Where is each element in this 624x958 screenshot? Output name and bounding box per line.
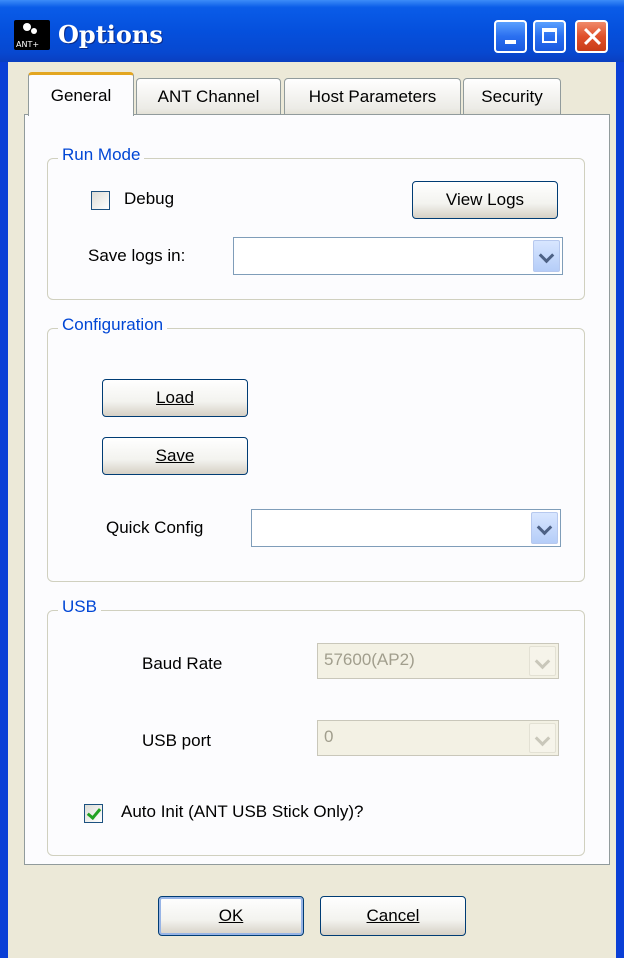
debug-checkbox[interactable] <box>91 191 110 210</box>
tab-security[interactable]: Security <box>463 78 561 116</box>
usb-port-label: USB port <box>142 731 211 750</box>
auto-init-checkbox[interactable] <box>84 804 103 823</box>
baud-rate-label: Baud Rate <box>142 654 223 673</box>
auto-init-label: Auto Init (ANT USB Stick Only)? <box>121 802 364 821</box>
save-logs-label: Save logs in: <box>88 246 186 265</box>
chevron-down-icon <box>529 723 556 753</box>
configuration-group: Configuration Load Save Quick Config <box>47 315 585 582</box>
window-title: Options <box>58 20 163 49</box>
quick-config-label: Quick Config <box>106 518 204 537</box>
run-mode-group: Run Mode Debug View Logs Save logs in: <box>47 145 585 300</box>
chevron-down-icon <box>529 646 556 676</box>
tab-host-parameters[interactable]: Host Parameters <box>284 78 461 116</box>
chevron-down-icon[interactable] <box>533 240 560 272</box>
ant-plus-icon: ANT+ <box>14 20 50 50</box>
load-button[interactable]: Load <box>102 379 248 417</box>
usb-title: USB <box>58 597 101 617</box>
view-logs-button[interactable]: View Logs <box>412 181 558 219</box>
run-mode-title: Run Mode <box>58 145 145 165</box>
maximize-icon[interactable] <box>533 20 566 53</box>
close-icon[interactable] <box>575 20 608 53</box>
minimize-icon[interactable] <box>494 20 527 53</box>
dialog-client: General ANT Channel Host Parameters Secu… <box>8 62 616 958</box>
general-panel: Run Mode Debug View Logs Save logs in: C… <box>24 114 610 865</box>
baud-rate-dropdown: 57600(AP2) <box>317 643 559 679</box>
options-window: ANT+ Options General ANT Channel Host Pa… <box>0 0 624 958</box>
debug-label: Debug <box>124 189 175 208</box>
chevron-down-icon[interactable] <box>531 512 558 544</box>
usb-port-dropdown: 0 <box>317 720 559 756</box>
tab-ant-channel[interactable]: ANT Channel <box>136 78 281 116</box>
save-logs-dropdown[interactable] <box>233 237 563 275</box>
tab-general[interactable]: General <box>28 72 134 116</box>
ok-button[interactable]: OK <box>158 896 304 936</box>
save-button[interactable]: Save <box>102 437 248 475</box>
configuration-title: Configuration <box>58 315 168 335</box>
quick-config-dropdown[interactable] <box>251 509 561 547</box>
cancel-button[interactable]: Cancel <box>320 896 466 936</box>
usb-group: USB Baud Rate 57600(AP2) USB port 0 Auto… <box>47 597 585 856</box>
title-bar[interactable]: ANT+ Options <box>0 0 624 62</box>
